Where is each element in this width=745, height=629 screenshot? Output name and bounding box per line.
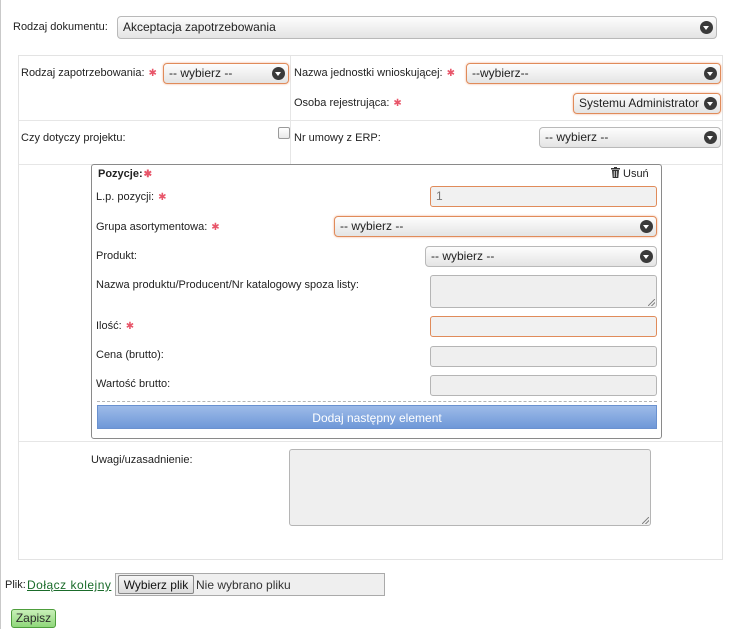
- choose-file-button[interactable]: Wybierz plik: [118, 575, 194, 594]
- trash-icon: [611, 167, 620, 178]
- unit-label: Nazwa jednostki wnioskującej: ✱: [294, 67, 455, 79]
- add-element-button[interactable]: Dodaj następny element: [97, 405, 657, 429]
- chevron-down-icon: [640, 220, 653, 233]
- file-status-text: Nie wybrano pliku: [196, 578, 291, 592]
- doc-type-label: Rodzaj dokumentu:: [13, 21, 108, 33]
- required-star-icon: ✱: [125, 321, 135, 332]
- positions-title: Pozycje:✱: [98, 168, 153, 180]
- unit-select[interactable]: --wybierz--: [466, 63, 721, 84]
- group-label: Grupa asortymentowa: ✱: [96, 221, 220, 233]
- required-star-icon: ✱: [211, 222, 220, 233]
- row-divider-1: [19, 120, 722, 121]
- save-button[interactable]: Zapisz: [11, 609, 56, 628]
- required-star-icon: ✱: [446, 68, 455, 79]
- product-value: -- wybierz --: [431, 249, 495, 263]
- erp-value: -- wybierz --: [545, 130, 609, 144]
- req-type-label: Rodzaj zapotrzebowania: ✱: [21, 67, 157, 79]
- remarks-textarea[interactable]: [289, 449, 651, 526]
- group-value: -- wybierz --: [340, 219, 404, 233]
- req-type-value: -- wybierz --: [169, 66, 233, 80]
- required-star-icon: ✱: [393, 98, 402, 109]
- project-label: Czy dotyczy projektu:: [21, 132, 126, 144]
- chevron-down-icon: [700, 21, 713, 34]
- chevron-down-icon: [704, 131, 717, 144]
- doc-type-value: Akceptacja zapotrzebowania: [123, 20, 276, 34]
- required-star-icon: ✱: [148, 68, 157, 79]
- product-select[interactable]: -- wybierz --: [425, 246, 657, 267]
- price-input[interactable]: [430, 346, 657, 367]
- chevron-down-icon: [704, 97, 717, 110]
- erp-label: Nr umowy z ERP:: [294, 132, 381, 144]
- page-left-border: [0, 0, 1, 629]
- qty-input[interactable]: [430, 316, 657, 337]
- required-star-icon: ✱: [143, 169, 153, 180]
- chevron-down-icon: [704, 67, 717, 80]
- file-label: Plik:: [5, 579, 26, 591]
- chevron-down-icon: [272, 67, 285, 80]
- price-label: Cena (brutto):: [96, 349, 164, 361]
- registrar-label: Osoba rejestrująca: ✱: [294, 97, 402, 109]
- registrar-select[interactable]: Systemu Administrator: [573, 93, 721, 114]
- positions-separator: [97, 401, 657, 402]
- qty-label: Ilość: ✱: [96, 320, 135, 332]
- row-divider-3: [19, 441, 722, 442]
- product-name-label: Nazwa produktu/Producent/Nr katalogowy s…: [96, 279, 359, 291]
- remarks-label: Uwagi/uzasadnienie:: [91, 454, 193, 466]
- unit-value: --wybierz--: [472, 66, 529, 80]
- total-input[interactable]: [430, 375, 657, 396]
- product-name-textarea[interactable]: [430, 275, 657, 308]
- delete-position-button[interactable]: Usuń: [611, 166, 649, 180]
- total-label: Wartość brutto:: [96, 378, 171, 390]
- resize-grip-icon[interactable]: [642, 517, 649, 524]
- resize-grip-icon[interactable]: [648, 299, 655, 306]
- doc-type-select[interactable]: Akceptacja zapotrzebowania: [117, 16, 717, 39]
- erp-select[interactable]: -- wybierz --: [539, 127, 721, 148]
- lp-input[interactable]: 1: [430, 186, 657, 207]
- registrar-value: Systemu Administrator: [579, 96, 700, 110]
- group-select[interactable]: -- wybierz --: [334, 216, 657, 237]
- required-star-icon: ✱: [158, 192, 167, 203]
- req-type-select[interactable]: -- wybierz --: [163, 63, 289, 84]
- chevron-down-icon: [640, 250, 653, 263]
- product-label: Produkt:: [96, 250, 137, 262]
- column-divider: [290, 56, 291, 164]
- project-checkbox[interactable]: [278, 127, 290, 139]
- lp-label: L.p. pozycji: ✱: [96, 191, 167, 203]
- attach-more-link[interactable]: Dołącz kolejny: [27, 578, 111, 592]
